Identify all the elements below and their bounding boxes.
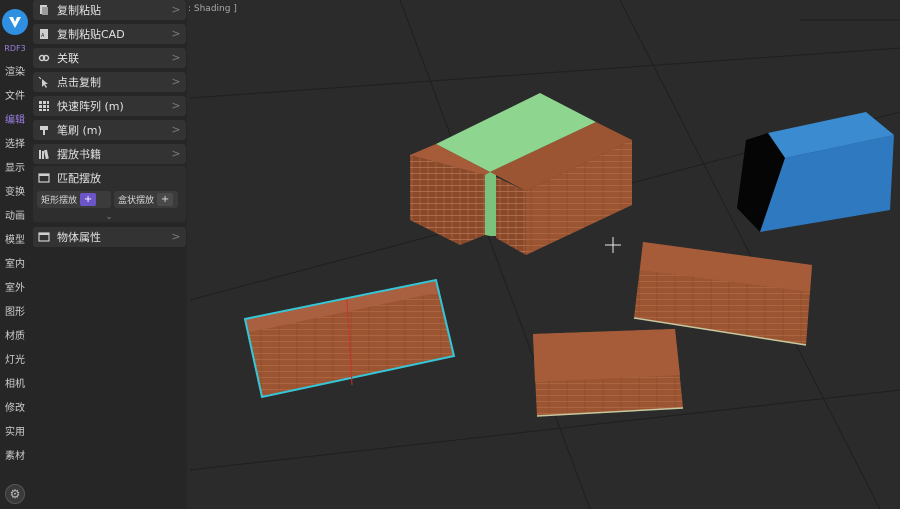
rail-item-15[interactable]: 实用 <box>0 422 30 444</box>
clipboard-icon <box>37 3 51 17</box>
box-placement-button[interactable]: 盒状摆放 + <box>114 191 178 208</box>
crosshair-cursor-icon <box>605 237 621 253</box>
panel-row-label: 摆放书籍 <box>57 148 101 161</box>
rail-item-16[interactable]: 素材 <box>0 446 30 468</box>
grid-icon <box>37 99 51 113</box>
book-block-bottom[interactable] <box>533 329 684 417</box>
rail-item-12[interactable]: 灯光 <box>0 350 30 372</box>
version-label: RDF3 <box>4 44 26 53</box>
rail-item-2[interactable]: 编辑 <box>0 110 30 132</box>
panel-row-object-properties[interactable]: 物体属性 > <box>33 227 186 247</box>
link-icon <box>37 51 51 65</box>
rail-item-0[interactable]: 渲染 <box>0 62 30 84</box>
category-rail: RDF3 渲染 文件 编辑 选择 显示 变换 动画 模型 室内 室外 图形 材质 灯光 相机 修改 实用 素材 … <box>0 0 30 509</box>
panel-row-link[interactable]: 关联 > <box>33 48 186 68</box>
panel-row-label: 点击复制 <box>57 76 101 89</box>
rail-item-5[interactable]: 变换 <box>0 182 30 204</box>
panel-row-click-copy[interactable]: 点击复制 > <box>33 72 186 92</box>
panel-row-label: 复制粘贴CAD <box>57 28 125 41</box>
rail-item-1[interactable]: 文件 <box>0 86 30 108</box>
box-placement-label: 盒状摆放 <box>118 196 155 206</box>
rail-item-4[interactable]: 显示 <box>0 158 30 180</box>
svg-text:A: A <box>41 33 45 39</box>
panel-row-label: 关联 <box>57 52 79 65</box>
rail-item-7[interactable]: 模型 <box>0 230 30 252</box>
add-plus-icon[interactable]: + <box>80 193 97 206</box>
rail-item-14[interactable]: 修改 <box>0 398 30 420</box>
window-icon <box>37 171 51 185</box>
panel-row-label: 笔刷 (m) <box>57 124 102 137</box>
panel-row-brush[interactable]: 笔刷 (m) > <box>33 120 186 140</box>
panel-row-label: 匹配摆放 <box>57 172 101 185</box>
settings-gear-icon[interactable]: ⚙ <box>5 484 25 504</box>
rect-placement-button[interactable]: 矩形摆放 + <box>37 191 111 208</box>
rail-item-11[interactable]: 材质 <box>0 326 30 348</box>
panel-row-quick-array[interactable]: 快速阵列 (m) > <box>33 96 186 116</box>
panel-row-place-books[interactable]: 摆放书籍 > <box>33 144 186 164</box>
blue-box[interactable] <box>737 112 894 232</box>
rail-item-10[interactable]: 图形 <box>0 302 30 324</box>
books-icon <box>37 147 51 161</box>
chevron-right-icon[interactable]: > <box>170 27 182 41</box>
panel-row-match-placement[interactable]: 匹配摆放 <box>33 168 186 188</box>
panel-row-label: 复制粘贴 <box>57 4 101 17</box>
rail-item-9[interactable]: 室外 <box>0 278 30 300</box>
panel-row-copy-paste-cad[interactable]: A 复制粘贴CAD > <box>33 24 186 44</box>
edit-tool-panel: 复制粘贴 > A 复制粘贴CAD > 关联 > 点击复制 > 快速阵列 (m) > 笔刷 (m) > 摆放… <box>30 0 187 509</box>
window-icon <box>37 230 51 244</box>
chevron-right-icon[interactable]: > <box>170 99 182 113</box>
cad-file-icon: A <box>37 27 51 41</box>
book-block-selected[interactable] <box>243 278 456 399</box>
rail-item-6[interactable]: 动画 <box>0 206 30 228</box>
rail-item-13[interactable]: 相机 <box>0 374 30 396</box>
chevron-right-icon[interactable]: > <box>170 51 182 65</box>
chevron-right-icon[interactable]: > <box>170 123 182 137</box>
rail-item-3[interactable]: 选择 <box>0 134 30 156</box>
viewport-shading-label[interactable]: : Shading ] <box>188 4 237 14</box>
chevron-right-icon[interactable]: > <box>170 230 182 244</box>
panel-row-copy-paste[interactable]: 复制粘贴 > <box>33 0 186 20</box>
click-icon <box>37 75 51 89</box>
collapse-chevron-icon[interactable]: ⌄ <box>102 212 116 222</box>
add-plus-icon[interactable]: + <box>157 193 174 206</box>
chevron-right-icon[interactable]: > <box>170 147 182 161</box>
brush-icon <box>37 123 51 137</box>
panel-row-label: 快速阵列 (m) <box>57 100 124 113</box>
chevron-right-icon[interactable]: > <box>170 75 182 89</box>
panel-row-label: 物体属性 <box>57 231 101 244</box>
app-logo-icon[interactable] <box>2 9 28 35</box>
rect-placement-label: 矩形摆放 <box>41 196 78 206</box>
viewport-grid <box>189 0 900 509</box>
rail-item-8[interactable]: 室内 <box>0 254 30 276</box>
chevron-right-icon[interactable]: > <box>170 3 182 17</box>
